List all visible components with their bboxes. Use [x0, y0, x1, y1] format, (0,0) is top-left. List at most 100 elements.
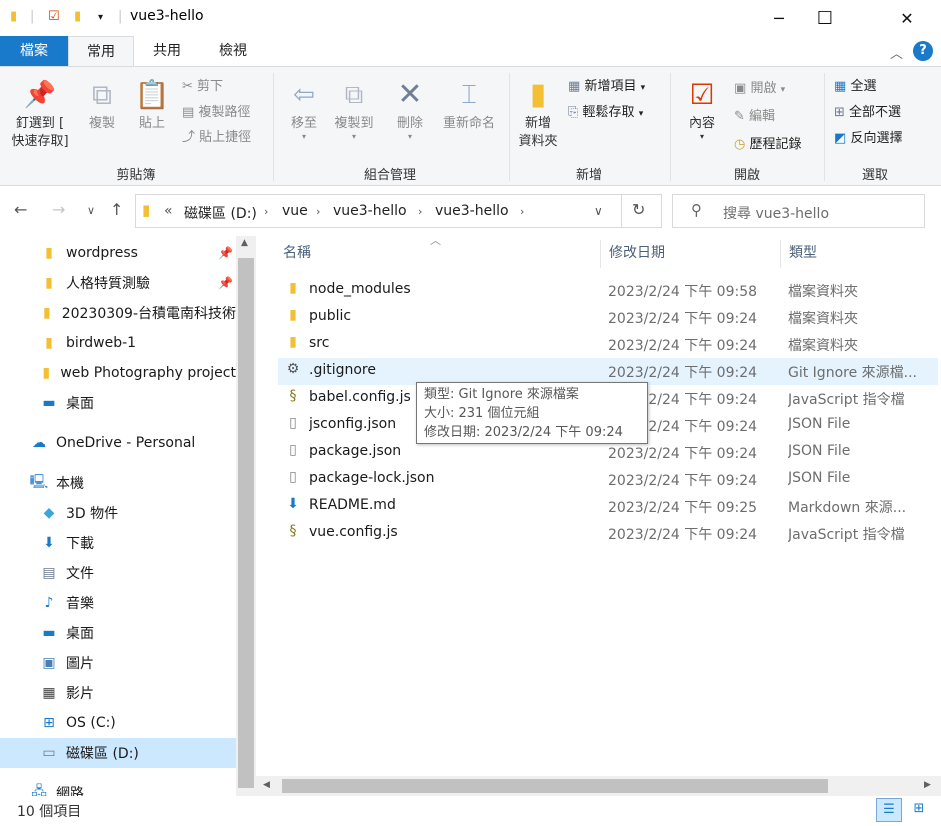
- copy-to-button[interactable]: ⧉ 複製到 ▾: [330, 75, 378, 141]
- nav-item-this-pc[interactable]: 🖳 本機: [0, 468, 236, 498]
- title-bar: ▮ | ☑ ▮ ▾ | vue3-hello ─ ☐ ✕: [0, 0, 941, 36]
- history-button[interactable]: ◷ 歷程記錄: [734, 133, 802, 152]
- file-row[interactable]: ▮ public 2023/2/24 下午 09:24 檔案資料夾: [278, 304, 938, 331]
- nav-item-tsmc-folder[interactable]: ▮ 20230309-台積電南科技術: [0, 298, 236, 328]
- recent-locations-chevron-icon[interactable]: ∨: [87, 204, 95, 217]
- large-icons-view-icon[interactable]: ⊞: [906, 798, 932, 822]
- select-none-button[interactable]: ⊞ 全部不選: [834, 101, 901, 120]
- breadcrumb-item[interactable]: 磁碟區 (D:): [184, 203, 257, 223]
- scroll-left-icon[interactable]: ◀: [263, 780, 270, 790]
- breadcrumb-overflow[interactable]: «: [164, 203, 173, 219]
- tab-view[interactable]: 檢視: [200, 36, 266, 66]
- column-header-date[interactable]: 修改日期: [609, 236, 779, 270]
- copy-button[interactable]: ⧉ 複製: [78, 75, 126, 133]
- column-header-type[interactable]: 類型: [789, 236, 939, 270]
- nav-item-drive-d[interactable]: ▭ 磁碟區 (D:): [0, 738, 236, 768]
- maximize-button[interactable]: ☐: [802, 0, 848, 36]
- scroll-up-icon[interactable]: ▲: [241, 238, 248, 248]
- select-all-icon: ▦: [834, 79, 847, 94]
- back-arrow-icon[interactable]: ←: [14, 200, 27, 219]
- delete-button[interactable]: ✕ 刪除 ▾: [388, 75, 432, 141]
- up-arrow-icon[interactable]: ↑: [110, 200, 123, 219]
- move-to-button[interactable]: ⇦ 移至 ▾: [280, 75, 328, 141]
- new-item-icon: ▦: [568, 79, 581, 94]
- breadcrumb-item[interactable]: vue3-hello: [435, 203, 509, 219]
- column-divider[interactable]: [780, 240, 781, 268]
- new-folder-quick-icon[interactable]: ▮: [74, 9, 81, 24]
- help-icon[interactable]: ?: [913, 41, 933, 61]
- tab-file[interactable]: 檔案: [0, 36, 68, 66]
- nav-item-onedrive[interactable]: ☁ OneDrive - Personal: [0, 428, 236, 458]
- breadcrumb-item[interactable]: vue3-hello: [333, 203, 407, 219]
- nav-item-web-photography[interactable]: ▮ web Photography project: [0, 358, 236, 388]
- new-item-button[interactable]: ▦ 新增項目 ▾: [568, 75, 645, 94]
- address-history-chevron-icon[interactable]: ∨: [594, 204, 603, 218]
- file-row[interactable]: ⚙ .gitignore 2023/2/24 下午 09:24 Git Igno…: [278, 358, 938, 385]
- file-row[interactable]: § vue.config.js 2023/2/24 下午 09:24 JavaS…: [278, 520, 938, 547]
- nav-item-os-c[interactable]: ⊞ OS (C:): [0, 708, 236, 738]
- nav-scrollbar-thumb[interactable]: [238, 258, 254, 788]
- chevron-right-icon[interactable]: ›: [264, 205, 268, 218]
- customize-toolbar-icon[interactable]: ▾: [98, 12, 103, 23]
- search-box[interactable]: ⚲ 搜尋 vue3-hello: [672, 194, 925, 228]
- nav-item-downloads[interactable]: ⬇ 下載: [0, 528, 236, 558]
- nav-item-birdweb[interactable]: ▮ birdweb-1: [0, 328, 236, 358]
- nav-item-desktop-quick[interactable]: ▬ 桌面: [0, 388, 236, 418]
- chevron-right-icon[interactable]: ›: [520, 205, 524, 218]
- properties-button[interactable]: ☑ 內容 ▾: [676, 75, 728, 141]
- cube-icon: ◆: [43, 505, 55, 521]
- nav-item-personality-test[interactable]: ▮ 人格特質測驗 📌: [0, 268, 236, 298]
- refresh-icon[interactable]: ↻: [632, 200, 645, 219]
- file-row[interactable]: ▮ src 2023/2/24 下午 09:24 檔案資料夾: [278, 331, 938, 358]
- close-button[interactable]: ✕: [884, 0, 930, 36]
- nav-item-documents[interactable]: ▤ 文件: [0, 558, 236, 588]
- file-date: 2023/2/24 下午 09:24: [608, 527, 758, 543]
- breadcrumb-item[interactable]: vue: [282, 203, 308, 219]
- horizontal-scrollbar-thumb[interactable]: [282, 779, 828, 793]
- network-icon: 🖧: [31, 784, 47, 796]
- copy-path-button[interactable]: ▤ 複製路徑: [182, 101, 250, 120]
- cut-button[interactable]: ✂ 剪下: [182, 75, 223, 94]
- file-row[interactable]: ▮ node_modules 2023/2/24 下午 09:58 檔案資料夾: [278, 277, 938, 304]
- pin-quick-access-button[interactable]: 📌 釘選到 [ 快速存取]: [4, 75, 76, 151]
- select-all-button[interactable]: ▦ 全選: [834, 75, 876, 94]
- address-bar[interactable]: ▮ « 磁碟區 (D:) › vue › vue3-hello › vue3-h…: [135, 194, 662, 228]
- invert-selection-button[interactable]: ◩ 反向選擇: [834, 127, 902, 146]
- nav-item-music[interactable]: ♪ 音樂: [0, 588, 236, 618]
- details-view-icon[interactable]: ☰: [876, 798, 902, 822]
- properties-quick-icon[interactable]: ☑: [48, 9, 60, 24]
- paste-shortcut-button[interactable]: ⤴ 貼上捷徑: [182, 126, 251, 145]
- nav-item-network[interactable]: 🖧 網路: [0, 778, 236, 796]
- picture-icon: ▣: [42, 655, 56, 671]
- file-row[interactable]: ▯ package-lock.json 2023/2/24 下午 09:24 J…: [278, 466, 938, 493]
- nav-item-videos[interactable]: ▦ 影片: [0, 678, 236, 708]
- invert-selection-label: 反向選擇: [850, 131, 903, 146]
- easy-access-button[interactable]: ⎘ 輕鬆存取 ▾: [568, 101, 643, 120]
- nav-item-wordpress[interactable]: ▮ wordpress 📌: [0, 238, 236, 268]
- collapse-ribbon-icon[interactable]: ︿: [890, 43, 903, 62]
- nav-item-3d-objects[interactable]: ◆ 3D 物件: [0, 498, 236, 528]
- paste-button[interactable]: 📋 貼上: [128, 75, 176, 133]
- edit-button[interactable]: ✎ 編輯: [734, 105, 775, 124]
- scroll-right-icon[interactable]: ▶: [924, 780, 931, 790]
- nav-item-pictures[interactable]: ▣ 圖片: [0, 648, 236, 678]
- minimize-button[interactable]: ─: [756, 0, 802, 36]
- chevron-down-icon: ▾: [407, 132, 412, 141]
- easy-access-label: 輕鬆存取: [582, 105, 635, 120]
- nav-item-desktop[interactable]: ▬ 桌面: [0, 618, 236, 648]
- tab-home[interactable]: 常用: [68, 36, 134, 66]
- chevron-right-icon[interactable]: ›: [316, 205, 320, 218]
- new-folder-button[interactable]: ▮ 新增 資料夾: [512, 75, 564, 151]
- column-header-name[interactable]: 名稱: [283, 236, 597, 270]
- nav-scrollbar[interactable]: ▲: [236, 236, 256, 796]
- tab-share[interactable]: 共用: [134, 36, 200, 66]
- forward-arrow-icon[interactable]: →: [52, 200, 65, 219]
- file-row[interactable]: ⬇ README.md 2023/2/24 下午 09:25 Markdown …: [278, 493, 938, 520]
- rename-button[interactable]: ⌶ 重新命名: [436, 75, 502, 133]
- horizontal-scrollbar[interactable]: ◀ ▶: [256, 776, 941, 796]
- open-button[interactable]: ▣ 開啟 ▾: [734, 77, 785, 96]
- column-divider[interactable]: [600, 240, 601, 268]
- pin-icon: 📌: [218, 246, 233, 260]
- nav-item-label: 圖片: [66, 656, 94, 672]
- chevron-right-icon[interactable]: ›: [418, 205, 422, 218]
